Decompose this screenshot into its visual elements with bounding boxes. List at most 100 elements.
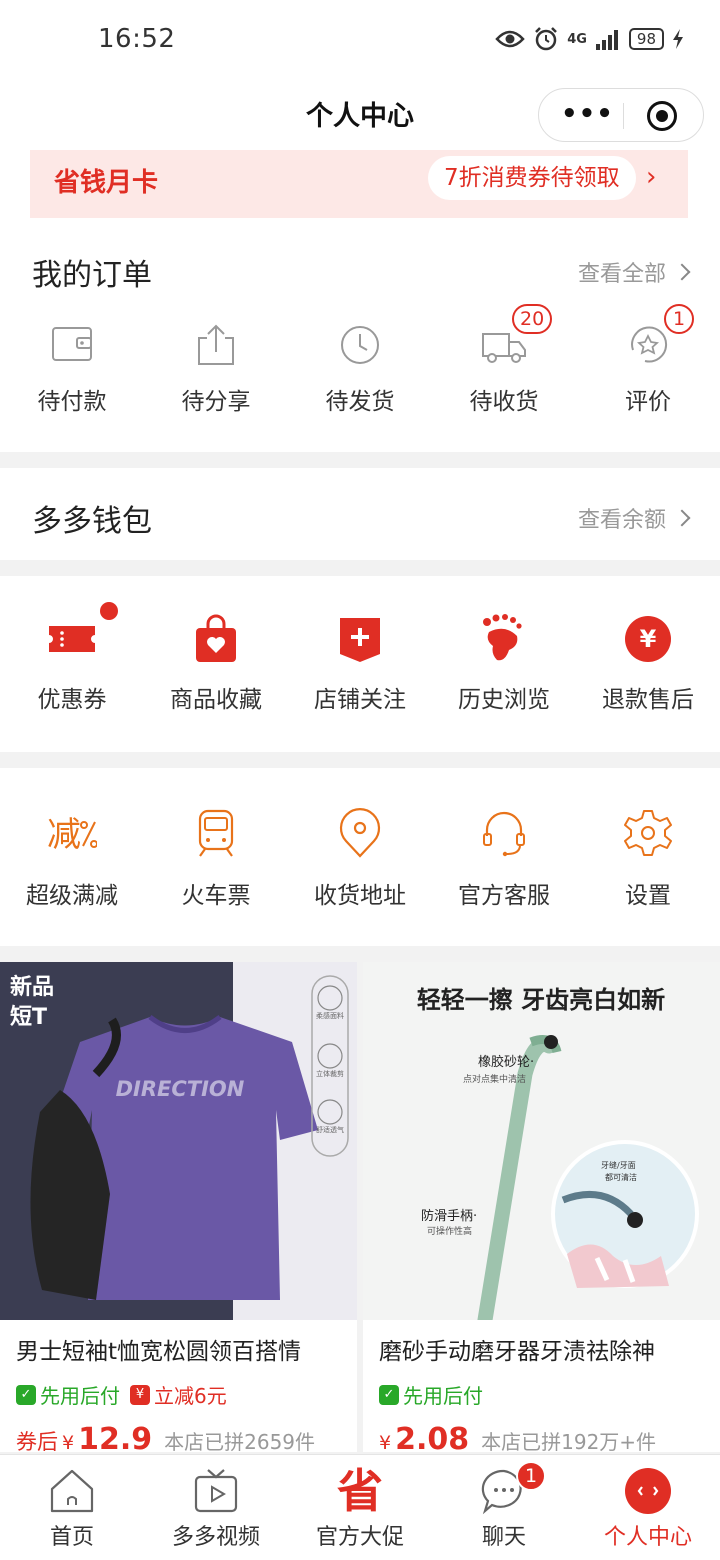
svg-text:DIRECTION: DIRECTION [116,1077,245,1101]
order-status-label: 待收货 [469,389,539,415]
product-image[interactable]: DIRECTION 新品 短T 柔感面料 立体裁剪 舒适透气 [0,962,357,1320]
service-label: 火车票 [181,883,251,909]
price-value: 12.9 [78,1422,153,1452]
svg-text:防滑手柄·: 防滑手柄· [421,1208,477,1224]
shortcut-coupons[interactable]: 优惠券 [0,602,144,724]
pay-later-label: 先用后付 [403,1384,483,1408]
service-super-discount[interactable]: 减 超级满减 [0,808,144,918]
svg-text:舒适透气: 舒适透气 [316,1125,344,1134]
service-label: 设置 [625,883,671,909]
svg-text:点对点集中清洁: 点对点集中清洁 [463,1073,526,1085]
tab-profile[interactable]: 个人中心 [576,1455,720,1560]
signal-icon [595,30,618,50]
sold-count: 本店已拼2659件 [164,1430,316,1452]
orders-view-all[interactable]: 查看全部 [577,256,691,288]
sheng-icon: 省 [337,1464,383,1518]
product-tags: ✓ 先用后付 [379,1380,483,1409]
order-status-pending-receipt[interactable]: 20 待收货 [432,304,576,430]
discount-icon: 减 [47,815,97,855]
shortcut-favorites[interactable]: 商品收藏 [144,614,288,724]
tshirt-product-image: DIRECTION 新品 短T 柔感面料 立体裁剪 舒适透气 [0,962,357,1320]
status-icons: 4G 98 [495,26,684,52]
product-card[interactable]: DIRECTION 新品 短T 柔感面料 立体裁剪 舒适透气 男士短袖t恤宽松圆… [0,962,357,1452]
order-status-row: 待付款 待分享 待发货 20 待收货 1 评价 [0,304,720,430]
target-icon[interactable] [647,101,677,131]
tab-label: 聊天 [481,1525,526,1550]
shortcut-history[interactable]: 历史浏览 [432,614,576,724]
clock-icon [341,326,379,364]
review-icon [631,326,668,363]
savings-card-banner[interactable]: 省钱月卡 7折消费券待领取 › [0,150,720,220]
order-status-label: 待付款 [37,389,107,415]
instant-discount-label: 立减6元 [154,1384,227,1408]
services-row: 减 超级满减 火车票 收货地址 官方客服 设置 [0,808,720,918]
service-shipping-address[interactable]: 收货地址 [288,808,432,918]
pay-later-label: 先用后付 [40,1384,120,1408]
tooth-polisher-product-image: 轻轻一擦 牙齿亮白如新 橡胶砂轮· 点对点集中清洁 防滑手柄· 可操作性高 牙缝… [363,962,720,1320]
order-status-pending-shipment[interactable]: 待发货 [288,320,432,430]
gear-icon [624,810,672,856]
product-image[interactable]: 轻轻一擦 牙齿亮白如新 橡胶砂轮· 点对点集中清洁 防滑手柄· 可操作性高 牙缝… [363,962,720,1320]
wallet-balance-link[interactable]: 查看余额 [577,502,691,534]
shortcut-label: 退款售后 [602,687,694,713]
home-icon [50,1469,94,1513]
order-status-review[interactable]: 1 评价 [576,304,720,430]
service-label: 官方客服 [458,883,550,909]
pay-later-tag: ✓ 先用后付 [16,1380,120,1409]
shortcut-label: 商品收藏 [170,687,262,713]
shortcut-followed-shops[interactable]: 店铺关注 [288,614,432,724]
tab-home[interactable]: 首页 [0,1455,144,1560]
product-name: 男士短袖t恤宽松圆领百搭情 [16,1339,302,1365]
wallet-title: 多多钱包 [32,504,152,539]
product-card[interactable]: 轻轻一擦 牙齿亮白如新 橡胶砂轮· 点对点集中清洁 防滑手柄· 可操作性高 牙缝… [363,962,720,1452]
order-status-label: 待发货 [325,389,395,415]
review-count-badge: 1 [664,304,694,334]
currency-symbol: ¥ [62,1432,75,1452]
chevron-right-icon: › [646,162,657,192]
refund-icon: ¥ [625,616,671,662]
pay-later-icon: ✓ [379,1384,399,1405]
service-settings[interactable]: 设置 [576,808,720,918]
new-dot-indicator [100,602,118,620]
currency-symbol: ¥ [379,1432,392,1452]
svg-text:柔感面料: 柔感面料 [316,1011,344,1020]
price-prefix: 券后 [16,1430,58,1452]
charging-icon [673,29,683,49]
orders-card: 我的订单 查看全部 待付款 待分享 待发货 20 待收货 1 评价 [0,220,720,452]
shortcuts-card: 优惠券 商品收藏 店铺关注 历史浏览 ¥ 退款售后 [0,576,720,752]
footprint-icon [483,614,522,661]
order-count-badge: 20 [512,304,553,334]
wallet-balance-label: 查看余额 [577,508,666,533]
favorite-bag-icon [196,614,236,662]
svg-text:牙缝/牙面: 牙缝/牙面 [601,1160,636,1170]
coupon-icon [49,626,95,652]
savings-card-inner: 省钱月卡 7折消费券待领取 › [30,150,688,218]
status-bar: 16:52 4G 98 [0,0,720,80]
tab-official-promo[interactable]: 省 官方大促 [288,1455,432,1560]
orders-view-all-label: 查看全部 [577,262,666,287]
capsule-divider [623,103,624,129]
tab-label: 官方大促 [315,1525,404,1550]
service-customer-support[interactable]: 官方客服 [432,808,576,918]
tab-videos[interactable]: 多多视频 [144,1455,288,1560]
battery-indicator: 98 [628,28,664,50]
svg-text:橡胶砂轮·: 橡胶砂轮· [478,1054,534,1070]
shortcut-label: 优惠券 [37,687,107,713]
pay-later-icon: ✓ [16,1384,36,1405]
shortcut-refunds[interactable]: ¥ 退款售后 [576,614,720,724]
more-dots-icon[interactable]: ••• [561,101,614,127]
savings-card-promo[interactable]: 7折消费券待领取 [428,156,636,200]
tab-chat[interactable]: 1 聊天 [432,1455,576,1560]
nav-bar: 个人中心 ••• [0,80,720,150]
svg-text:新品: 新品 [10,974,54,1000]
service-train-tickets[interactable]: 火车票 [144,808,288,918]
discount-yen-icon: ¥ [130,1384,150,1405]
wallet-card[interactable]: 多多钱包 查看余额 [0,468,720,560]
order-status-pending-payment[interactable]: 待付款 [0,320,144,430]
svg-text:¥: ¥ [640,625,657,653]
order-status-pending-share[interactable]: 待分享 [144,320,288,430]
headset-icon [483,811,525,857]
instant-discount-tag: ¥ 立减6元 [130,1380,227,1409]
order-status-label: 评价 [625,389,671,415]
savings-card-label: 省钱月卡 [54,168,159,198]
